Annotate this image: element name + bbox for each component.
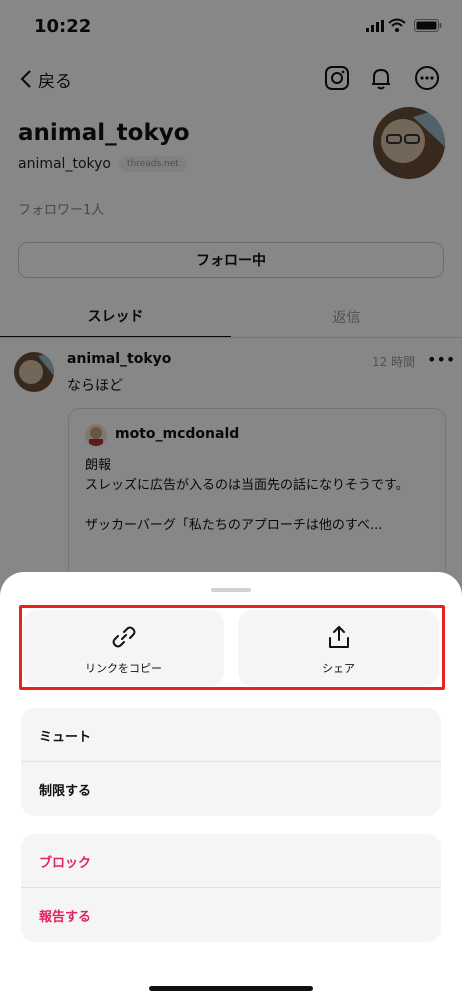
moderation-group: ミュート 制限する [21, 708, 441, 816]
home-indicator[interactable] [149, 986, 313, 991]
sheet-grabber[interactable] [211, 588, 251, 592]
danger-group: ブロック 報告する [21, 834, 441, 942]
profile-page: 10:22 戻る animal_tokyo animal_tokyo threa… [0, 0, 462, 1000]
report-option[interactable]: 報告する [21, 888, 441, 942]
restrict-option[interactable]: 制限する [21, 762, 441, 816]
mute-option[interactable]: ミュート [21, 708, 441, 762]
highlight-box [19, 605, 445, 690]
action-sheet: リンクをコピー シェア ミュート 制限する ブロック 報告する [0, 572, 462, 1000]
block-option[interactable]: ブロック [21, 834, 441, 888]
